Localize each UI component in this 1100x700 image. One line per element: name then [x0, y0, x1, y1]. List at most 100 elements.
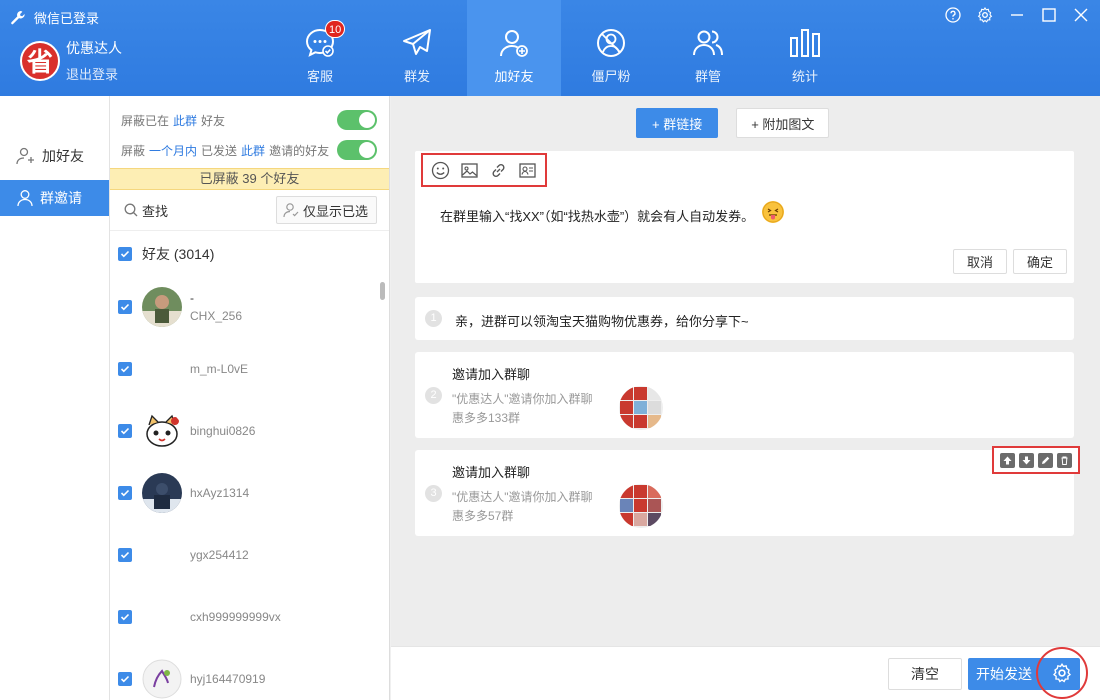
editor-content[interactable]: 在群里输入“找XX”（如“找热水壶”）就会有人自动发券。: [440, 200, 785, 225]
add-attachment-button[interactable]: + 附加图文: [736, 108, 830, 138]
message-text: 亲，进群可以领淘宝天猫购物优惠券，给你分享下~: [455, 314, 749, 329]
checkbox-checked-icon[interactable]: [118, 424, 132, 438]
filter-text: 好友: [201, 113, 226, 128]
checkbox-checked-icon[interactable]: [118, 486, 132, 500]
move-up-icon[interactable]: [1000, 452, 1015, 468]
tab-customer-service[interactable]: 10 客服: [285, 0, 355, 96]
message-editor[interactable]: 在群里输入“找XX”（如“找热水壶”）就会有人自动发券。 取消 确定: [415, 151, 1074, 283]
image-icon[interactable]: [460, 161, 479, 180]
filter-text: 屏蔽已在: [121, 113, 170, 128]
friend-avatar: [142, 597, 182, 637]
app-header: 微信已登录 省 优惠达人 退出登录 10 客服 群发 加好友 僵尸粉 群管 统计: [0, 0, 1100, 96]
friend-row[interactable]: hyj164470919: [110, 648, 389, 700]
friend-row[interactable]: cxh999999999vx: [110, 586, 389, 648]
title-bar: 微信已登录: [10, 8, 99, 27]
filter-invited-toggle[interactable]: [337, 140, 377, 160]
sidebar-item-group-invite[interactable]: 群邀请: [0, 180, 109, 216]
message-item[interactable]: 3 邀请加入群聊 "优惠达人"邀请你加入群聊 惠多多57群: [415, 446, 1080, 536]
message-item[interactable]: 2 邀请加入群聊 "优惠达人"邀请你加入群聊 惠多多133群: [415, 352, 1074, 438]
friend-row[interactable]: binghui0826: [110, 400, 389, 462]
editor-text: 在群里输入“找XX”（如“找热水壶”）就会有人自动发券。: [440, 209, 755, 224]
wrench-icon[interactable]: [10, 10, 26, 26]
tab-add-friend[interactable]: 加好友: [467, 0, 561, 96]
group-avatar: [619, 484, 663, 528]
invite-card-desc: "优惠达人"邀请你加入群聊 惠多多133群: [452, 390, 593, 428]
message-index: 3: [425, 485, 442, 502]
close-icon[interactable]: [1072, 6, 1090, 24]
friend-wxid: binghui0826: [190, 424, 256, 438]
checkbox-checked-icon[interactable]: [118, 362, 132, 376]
filter-in-group: 屏蔽已在 此群 好友: [110, 105, 389, 135]
tab-zombie-fans[interactable]: 僵尸粉: [576, 0, 646, 96]
checkbox-checked-icon[interactable]: [118, 548, 132, 562]
search-label: 查找: [142, 203, 169, 219]
add-group-link-button[interactable]: + 群链接: [636, 108, 719, 138]
filter-in-group-toggle[interactable]: [337, 110, 377, 130]
bottom-action-bar: 清空 开始发送: [391, 646, 1100, 700]
tab-mass-send[interactable]: 群发: [382, 0, 452, 96]
logout-link[interactable]: 退出登录: [66, 64, 122, 83]
message-item[interactable]: 1 亲，进群可以领淘宝天猫购物优惠券，给你分享下~: [415, 297, 1074, 340]
tab-label: 群管: [694, 69, 721, 84]
checkbox-checked-icon[interactable]: [118, 246, 132, 261]
add-user-icon: [16, 147, 34, 165]
emoji-icon[interactable]: [431, 161, 450, 180]
add-user-icon: [500, 30, 528, 57]
user-icon: [283, 203, 299, 218]
tab-group-manage[interactable]: 群管: [673, 0, 743, 96]
friend-row[interactable]: ygx254412: [110, 524, 389, 586]
clear-button[interactable]: 清空: [888, 658, 962, 690]
link-icon[interactable]: [489, 161, 508, 180]
card-icon[interactable]: [518, 161, 537, 180]
send-settings-icon[interactable]: [1036, 647, 1088, 699]
invite-card-line: "优惠达人"邀请你加入群聊: [452, 392, 593, 406]
friend-row[interactable]: hxAyz1314: [110, 462, 389, 524]
editor-toolbar: [421, 153, 547, 187]
settings-gear-icon[interactable]: [976, 6, 994, 24]
friend-avatar: [142, 287, 182, 327]
checkbox-checked-icon[interactable]: [118, 610, 132, 624]
trash-icon[interactable]: [1057, 452, 1072, 468]
filter-text: 邀请的好友: [269, 143, 330, 158]
filter-group-link[interactable]: 此群: [173, 112, 197, 129]
sidebar-item-add-friend[interactable]: 加好友: [0, 138, 109, 174]
friend-nickname: -: [190, 291, 194, 305]
profile[interactable]: 省 优惠达人 退出登录: [20, 38, 122, 83]
invite-card-line: "优惠达人"邀请你加入群聊: [452, 490, 593, 504]
login-status: 微信已登录: [34, 11, 100, 26]
help-icon[interactable]: [944, 6, 962, 24]
friend-avatar: [142, 535, 182, 575]
confirm-button[interactable]: 确定: [1012, 249, 1067, 274]
tab-statistics[interactable]: 统计: [770, 0, 840, 96]
maximize-icon[interactable]: [1040, 6, 1058, 24]
show-selected-button[interactable]: 仅显示已选: [275, 196, 377, 224]
friend-group-header[interactable]: 好友 (3014): [110, 230, 389, 276]
friend-avatar: [142, 473, 182, 513]
list-scrollbar[interactable]: [380, 282, 385, 300]
edit-icon[interactable]: [1038, 452, 1053, 468]
minimize-icon[interactable]: [1008, 6, 1026, 24]
cancel-button[interactable]: 取消: [952, 249, 1007, 274]
show-selected-label: 仅显示已选: [302, 203, 368, 219]
tab-label: 加好友: [494, 69, 534, 84]
checkbox-checked-icon[interactable]: [118, 300, 132, 314]
invite-card-desc: "优惠达人"邀请你加入群聊 惠多多57群: [452, 488, 593, 526]
window-controls: [944, 6, 1090, 24]
friend-wxid: hyj164470919: [190, 672, 266, 686]
filter-group-link[interactable]: 此群: [241, 142, 265, 159]
move-down-icon[interactable]: [1019, 452, 1034, 468]
invite-card-group: 惠多多133群: [452, 411, 521, 425]
message-editor-area: + 群链接 + 附加图文 在群里输入“找XX”（如“找热水壶”）就会有人自动发券…: [391, 96, 1100, 646]
filter-period-link[interactable]: 一个月内: [149, 142, 197, 159]
checkbox-checked-icon[interactable]: [118, 672, 132, 686]
friend-wxid: CHX_256: [190, 309, 243, 323]
friend-row[interactable]: m_m-L0vE: [110, 338, 389, 400]
friend-row[interactable]: - CHX_256: [110, 276, 389, 338]
friend-wxid: cxh999999999vx: [190, 610, 281, 624]
filter-text: 已发送: [201, 143, 238, 158]
invite-card-group: 惠多多57群: [452, 509, 514, 523]
tab-label: 客服: [306, 69, 333, 84]
search-input[interactable]: 查找: [124, 201, 168, 220]
user-icon: [17, 190, 33, 207]
group-avatar: [619, 386, 663, 430]
